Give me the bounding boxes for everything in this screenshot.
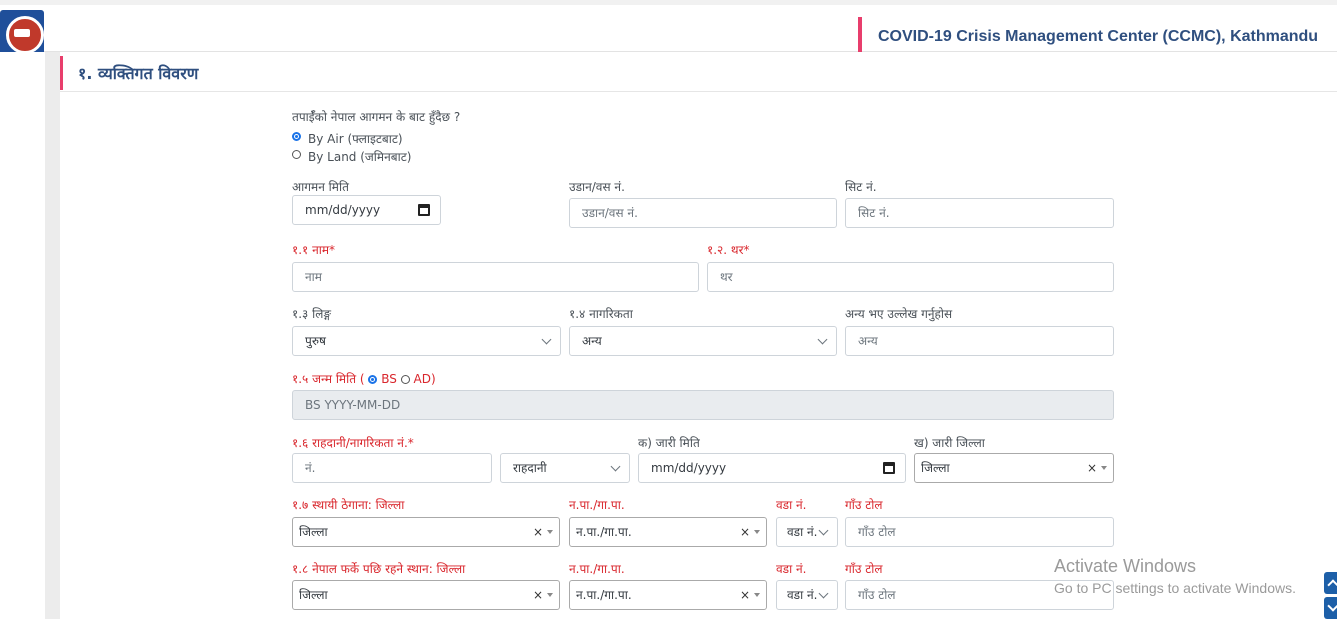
caret-down-icon[interactable] (1101, 466, 1107, 470)
return-tole-label: गाँउ टोल (845, 562, 883, 576)
surname-label: १.२. थर* (707, 243, 750, 257)
seat-input[interactable]: सिट नं. (845, 198, 1114, 228)
caret-down-icon[interactable] (754, 593, 760, 597)
arrival-date-label: आगमन मिति (292, 180, 349, 194)
permanent-tole-label: गाँउ टोल (845, 498, 883, 512)
nationality-select[interactable]: अन्य (569, 326, 837, 356)
issue-district-select[interactable]: जिल्ला × (914, 453, 1114, 483)
dob-bs-radio[interactable] (368, 375, 378, 384)
dob-label: १.५ जन्म मिति ( BS AD) (292, 370, 436, 387)
flight-input[interactable]: उडान/वस नं. (569, 198, 837, 228)
radio-by-land-label[interactable]: By Land (जमिनबाट) (308, 148, 411, 165)
permanent-district-select[interactable]: जिल्ला × (292, 517, 560, 547)
surname-input[interactable]: थर (707, 262, 1114, 292)
permanent-district-value: जिल्ला (299, 525, 328, 539)
permanent-ward-select[interactable]: वडा नं. (776, 517, 838, 547)
top-header: COVID-19 Crisis Management Center (CCMC)… (0, 0, 1337, 57)
scroll-down-button[interactable] (1324, 597, 1337, 619)
calendar-icon[interactable] (418, 204, 430, 216)
nepal-emblem-logo (0, 10, 44, 55)
clear-icon[interactable]: × (1087, 454, 1097, 482)
permanent-ward-label: वडा नं. (776, 498, 807, 512)
issue-date-placeholder: mm/dd/yyyy (651, 461, 727, 475)
permanent-district-label: १.७ स्थायी ठेगाना: जिल्ला (292, 498, 405, 512)
caret-down-icon[interactable] (547, 530, 553, 534)
document-type-select[interactable]: राहदानी (500, 453, 630, 483)
permanent-municipality-select[interactable]: न.पा./गा.पा. × (569, 517, 767, 547)
radio-by-air-label[interactable]: By Air (फ्लाइटबाट) (308, 130, 403, 147)
dob-ad-label[interactable]: AD) (414, 372, 436, 386)
name-label: १.१ नाम* (292, 243, 336, 257)
clear-icon[interactable]: × (533, 518, 543, 546)
radio-by-air[interactable] (292, 132, 301, 141)
issue-date-label: क) जारी मिति (638, 436, 700, 450)
document-number-label: १.६ राहदानी/नागरिकता नं.* (292, 436, 414, 450)
issue-district-value: जिल्ला (921, 461, 950, 475)
arrival-date-input[interactable]: mm/dd/yyyy (292, 195, 441, 225)
issue-date-input[interactable]: mm/dd/yyyy (638, 453, 906, 483)
return-municipality-select[interactable]: न.पा./गा.पा. × (569, 580, 767, 610)
section-accent-bar (60, 56, 63, 90)
clear-icon[interactable]: × (740, 581, 750, 609)
arrival-question: तपाईँको नेपाल आगमन के बाट हुँदैछ ? (292, 110, 461, 124)
caret-down-icon[interactable] (547, 593, 553, 597)
radio-by-land[interactable] (292, 150, 301, 159)
other-nationality-label: अन्य भए उल्लेख गर्नुहोस (845, 307, 953, 321)
seat-label: सिट नं. (845, 180, 877, 194)
calendar-icon[interactable] (883, 462, 895, 474)
activate-windows-subtitle: Go to PC settings to activate Windows. (1054, 580, 1296, 596)
gender-label: १.३ लिङ्ग (292, 307, 331, 321)
return-district-label: १.८ नेपाल फर्के पछि रहने स्थान: जिल्ला (292, 562, 466, 576)
permanent-municipality-value: न.पा./गा.पा. (576, 525, 632, 539)
permanent-municipality-label: न.पा./गा.पा. (569, 498, 625, 512)
clear-icon[interactable]: × (533, 581, 543, 609)
return-district-value: जिल्ला (299, 588, 328, 602)
return-municipality-label: न.पा./गा.पा. (569, 562, 625, 576)
return-district-select[interactable]: जिल्ला × (292, 580, 560, 610)
issue-district-label: ख) जारी जिल्ला (914, 436, 985, 450)
dob-label-text: १.५ जन्म मिति ( (292, 372, 365, 386)
dob-bs-label[interactable]: BS (381, 372, 397, 386)
name-input[interactable]: नाम (292, 262, 699, 292)
section-header: १. व्यक्तिगत विवरण (60, 53, 1337, 92)
arrival-date-placeholder: mm/dd/yyyy (305, 203, 381, 217)
center-title: COVID-19 Crisis Management Center (CCMC)… (858, 17, 1318, 57)
return-municipality-value: न.पा./गा.पा. (576, 588, 632, 602)
return-ward-label: वडा नं. (776, 562, 807, 576)
section-title: १. व्यक्तिगत विवरण (78, 64, 199, 83)
gender-select[interactable]: पुरुष (292, 326, 561, 356)
permanent-tole-input[interactable]: गाँउ टोल (845, 517, 1114, 547)
clear-icon[interactable]: × (740, 518, 750, 546)
dob-input[interactable]: BS YYYY-MM-DD (292, 390, 1114, 420)
other-nationality-input[interactable]: अन्य (845, 326, 1114, 356)
document-number-input[interactable]: नं. (292, 453, 492, 483)
flight-label: उडान/वस नं. (569, 180, 625, 194)
left-gutter (0, 52, 45, 619)
scroll-up-button[interactable] (1324, 572, 1337, 594)
caret-down-icon[interactable] (754, 530, 760, 534)
return-ward-select[interactable]: वडा नं. (776, 580, 838, 610)
activate-windows-title: Activate Windows (1054, 556, 1197, 576)
nationality-label: १.४ नागरिकता (569, 307, 633, 321)
left-strip (45, 52, 60, 619)
dob-ad-radio[interactable] (400, 375, 410, 384)
